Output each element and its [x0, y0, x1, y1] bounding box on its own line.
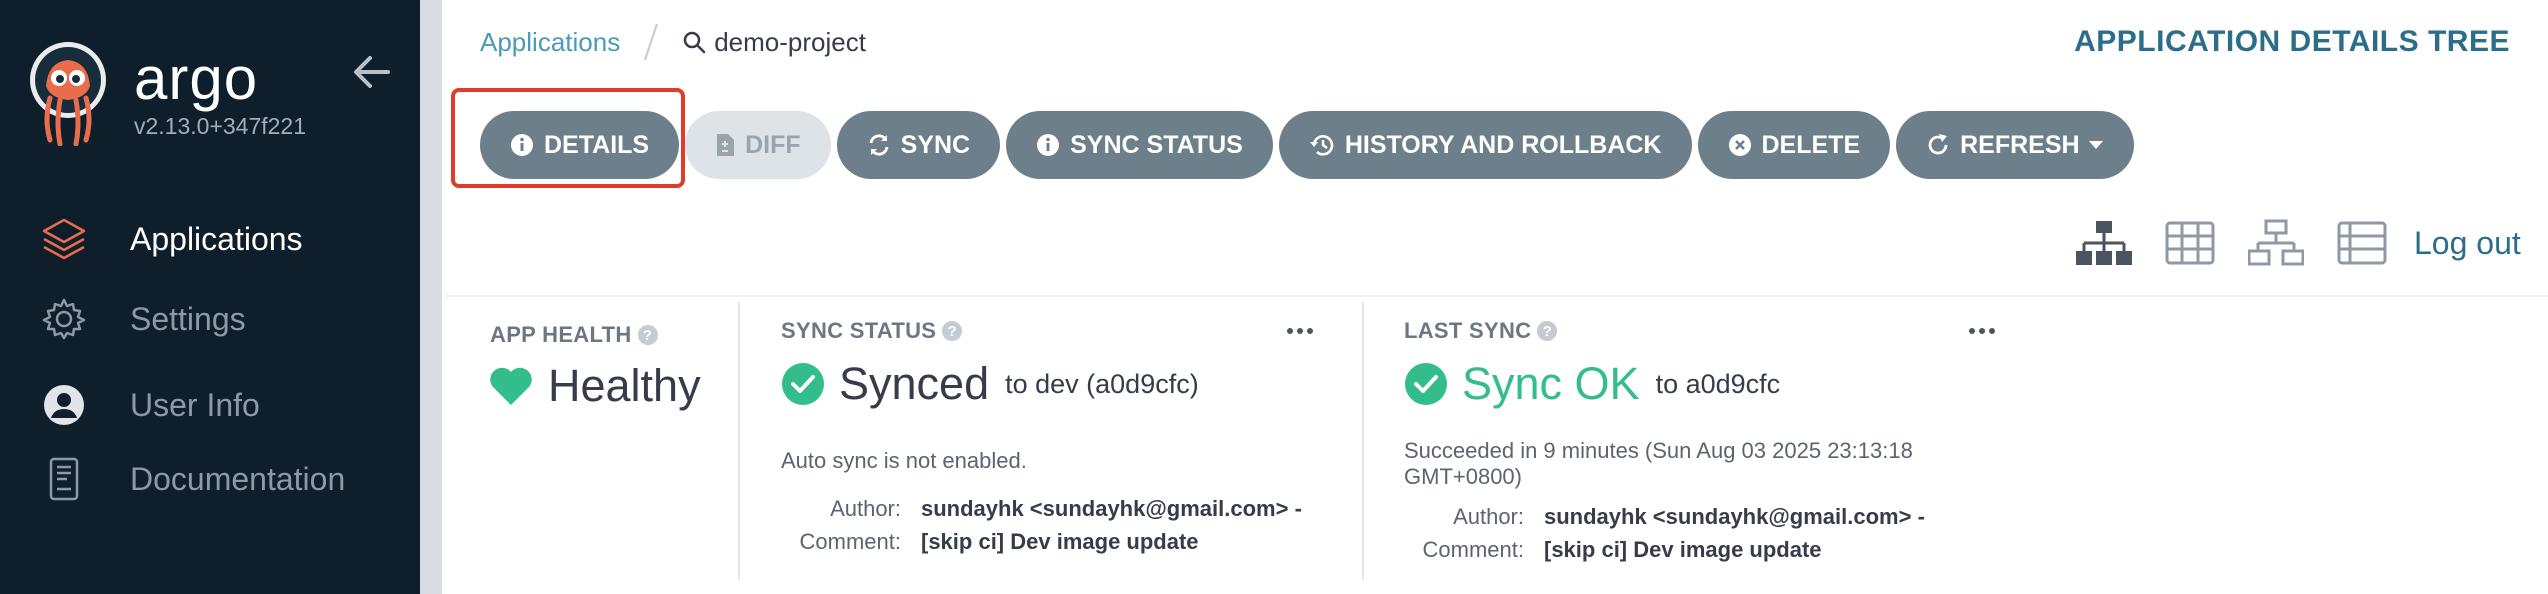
- last-sync-note-line2: GMT+0800): [1404, 464, 1522, 489]
- sync-status-value: Synced to dev (a0d9cfc): [781, 358, 1199, 410]
- tree-view-icon[interactable]: [2076, 215, 2132, 271]
- delete-circle-icon: [1728, 134, 1751, 156]
- network-view-icon[interactable]: [2248, 215, 2304, 271]
- sync-status-details: Author: sundayhk <sundayhk@gmail.com> - …: [781, 492, 1302, 558]
- breadcrumb-current-label: demo-project: [714, 26, 866, 57]
- last-sync-note-line1: Succeeded in 9 minutes (Sun Aug 03 2025 …: [1404, 438, 1913, 463]
- author-label: Author:: [830, 496, 901, 521]
- search-icon: [683, 31, 706, 54]
- diff-button-label: DIFF: [745, 130, 801, 159]
- breadcrumb-separator: [644, 23, 659, 61]
- sync-status-text: Synced: [839, 358, 990, 409]
- comment-value: [skip ci] Dev image update: [921, 529, 1199, 554]
- author-value: sundayhk <sundayhk@gmail.com> -: [1544, 504, 1925, 529]
- list-view-icon[interactable]: [2334, 215, 2390, 271]
- app-health-status: Healthy: [488, 360, 701, 412]
- breadcrumb-applications-link[interactable]: Applications: [480, 27, 620, 58]
- sync-status-more-icon[interactable]: [1285, 321, 1315, 341]
- pods-grid-icon[interactable]: [2162, 215, 2218, 271]
- user-icon: [44, 385, 84, 425]
- last-sync-more-icon[interactable]: [1967, 321, 1997, 341]
- logout-link[interactable]: Log out: [2414, 225, 2521, 262]
- collapse-sidebar-arrow-icon[interactable]: [350, 52, 394, 92]
- app-health-status-text: Healthy: [548, 360, 701, 411]
- author-label: Author:: [1453, 504, 1524, 529]
- refresh-button[interactable]: REFRESH: [1896, 111, 2134, 179]
- help-icon[interactable]: ?: [637, 325, 658, 345]
- info-icon: [511, 134, 533, 156]
- sidebar-item-label: Documentation: [130, 461, 346, 497]
- panel-separator: [1362, 302, 1364, 580]
- argo-logo-icon: [30, 42, 106, 146]
- caret-down-icon: [2088, 141, 2103, 149]
- breadcrumb-current[interactable]: demo-project: [682, 27, 866, 58]
- sidebar-item-label: User Info: [130, 387, 260, 423]
- comment-label: Comment:: [1422, 537, 1524, 562]
- breadcrumb: Applications demo-project: [480, 22, 866, 62]
- comment-label: Comment:: [799, 529, 901, 554]
- last-sync-title: LAST SYNC ?: [1404, 318, 1558, 344]
- view-switcher: Log out: [2076, 215, 2521, 271]
- diff-button[interactable]: DIFF: [685, 111, 831, 179]
- last-sync-title-text: LAST SYNC: [1404, 318, 1532, 343]
- sync-button[interactable]: SYNC: [836, 111, 1001, 179]
- refresh-icon: [1928, 134, 1948, 155]
- sidebar: argo v2.13.0+347f221 Applications Settin…: [0, 0, 420, 594]
- details-button-label: DETAILS: [544, 130, 650, 159]
- sidebar-item-documentation[interactable]: Documentation: [0, 442, 420, 512]
- help-icon[interactable]: ?: [942, 321, 963, 341]
- app-health-title: APP HEALTH ?: [490, 322, 658, 348]
- version-label: v2.13.0+347f221: [134, 113, 307, 139]
- sync-icon: [869, 134, 889, 156]
- sync-button-label: SYNC: [900, 130, 971, 159]
- sidebar-item-settings[interactable]: Settings: [0, 282, 420, 352]
- last-sync-note: Succeeded in 9 minutes (Sun Aug 03 2025 …: [1404, 438, 1913, 490]
- last-sync-target: to a0d9cfc: [1655, 368, 1781, 399]
- sync-status-button[interactable]: SYNC STATUS: [1006, 111, 1273, 179]
- check-circle-icon: [782, 363, 824, 405]
- sidebar-scrollbar[interactable]: [420, 0, 442, 594]
- info-icon: [1037, 134, 1060, 156]
- app-health-title-text: APP HEALTH: [490, 322, 632, 347]
- book-icon: [49, 457, 79, 501]
- file-diff-icon: [717, 134, 735, 156]
- panel-separator: [738, 302, 740, 580]
- history-button-label: HISTORY AND ROLLBACK: [1344, 130, 1662, 159]
- toolbar: DETAILS DIFF SYNC SYNC STATUS HISTORY AN…: [480, 111, 2134, 179]
- layers-icon: [42, 218, 86, 260]
- sidebar-item-label: Applications: [130, 221, 303, 257]
- delete-button-label: DELETE: [1761, 130, 1861, 159]
- last-sync-details: Author: sundayhk <sundayhk@gmail.com> - …: [1404, 500, 1925, 566]
- header-divider: [446, 295, 2548, 297]
- last-sync-status-text: Sync OK: [1462, 358, 1640, 409]
- sidebar-item-applications[interactable]: Applications: [0, 202, 420, 272]
- gear-icon: [42, 298, 86, 340]
- sidebar-item-label: Settings: [130, 301, 246, 337]
- delete-button[interactable]: DELETE: [1697, 111, 1891, 179]
- auto-sync-note: Auto sync is not enabled.: [781, 448, 1027, 473]
- page-title: APPLICATION DETAILS TREE: [2074, 25, 2510, 58]
- sync-status-button-label: SYNC STATUS: [1070, 130, 1243, 159]
- history-and-rollback-button[interactable]: HISTORY AND ROLLBACK: [1278, 111, 1692, 179]
- sidebar-item-user-info[interactable]: User Info: [0, 368, 420, 438]
- sync-status-target: to dev (a0d9cfc): [1005, 368, 1199, 399]
- comment-value: [skip ci] Dev image update: [1544, 537, 1822, 562]
- last-sync-value: Sync OK to a0d9cfc: [1404, 358, 1780, 410]
- details-button[interactable]: DETAILS: [480, 111, 680, 179]
- check-circle-icon: [1405, 363, 1447, 405]
- author-value: sundayhk <sundayhk@gmail.com> -: [921, 496, 1302, 521]
- history-icon: [1309, 135, 1334, 156]
- heart-icon: [490, 367, 532, 405]
- refresh-button-label: REFRESH: [1960, 130, 2080, 159]
- brand-name: argo: [134, 45, 259, 112]
- help-icon[interactable]: ?: [1537, 321, 1558, 341]
- sync-status-title: SYNC STATUS ?: [781, 318, 963, 344]
- sync-status-title-text: SYNC STATUS: [781, 318, 937, 343]
